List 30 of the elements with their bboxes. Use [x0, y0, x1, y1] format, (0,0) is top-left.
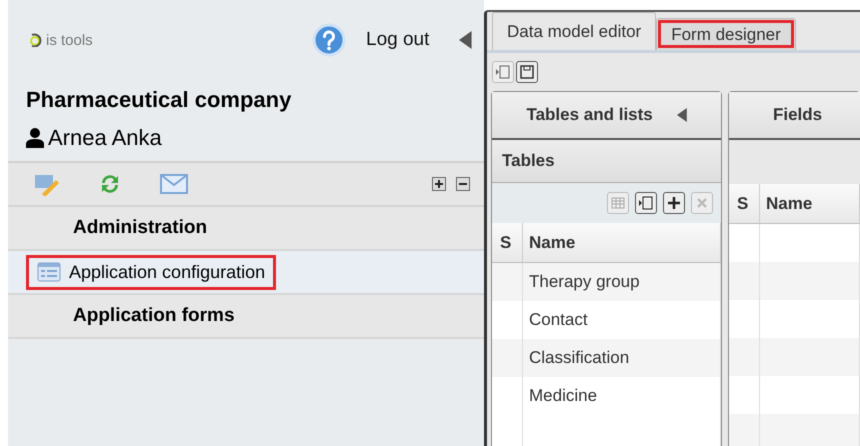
collapse-icon[interactable] — [459, 31, 472, 49]
form-icon — [37, 262, 61, 282]
column-header[interactable]: Name — [523, 223, 721, 263]
panel-title: Tables and lists — [526, 105, 653, 125]
grid-icon — [611, 197, 625, 209]
import-button[interactable] — [635, 192, 657, 214]
user-name: Arnea Anka — [48, 125, 162, 151]
company-name: Pharmaceutical company — [25, 86, 292, 113]
column-header[interactable]: Name — [760, 184, 860, 224]
help-icon[interactable] — [312, 23, 346, 57]
collapse-icon[interactable] — [676, 108, 687, 122]
plus-icon — [668, 197, 680, 209]
import-icon — [496, 65, 510, 79]
section-title: Tables — [492, 140, 721, 183]
column-header[interactable]: S — [729, 184, 760, 224]
save-button[interactable] — [516, 61, 538, 83]
expand-all-icon[interactable] — [432, 177, 446, 191]
panel-title: Fields — [773, 105, 822, 125]
collapse-all-icon[interactable] — [456, 177, 470, 191]
nav-item[interactable]: Application configuration — [26, 254, 276, 290]
save-icon — [520, 65, 534, 79]
tab[interactable]: Data model editor — [492, 12, 656, 50]
logo: is tools — [28, 32, 93, 48]
logout-link[interactable]: Log out — [366, 29, 430, 51]
import-icon — [639, 196, 653, 210]
close-icon — [697, 198, 707, 208]
tab[interactable]: Form designer — [656, 18, 796, 50]
column-header[interactable]: S — [492, 223, 523, 263]
user-icon — [26, 128, 44, 148]
add-button[interactable] — [663, 192, 685, 214]
